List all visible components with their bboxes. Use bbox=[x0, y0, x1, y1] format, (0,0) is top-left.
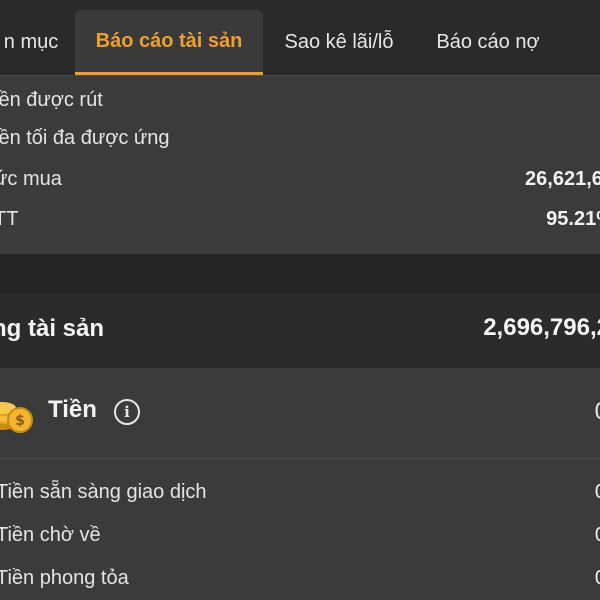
coins-icon: $ bbox=[0, 402, 33, 433]
row-value: 0 bbox=[595, 524, 600, 547]
cash-section-title: Tiền bbox=[48, 396, 97, 423]
row-value: 0 bbox=[595, 567, 600, 590]
tab-sao-ke-lai-lo[interactable]: Sao kê lãi/lỗ bbox=[268, 10, 410, 75]
row-label: Tiền phong tỏa bbox=[0, 566, 129, 589]
tab-danh-muc[interactable]: n mục bbox=[0, 10, 74, 75]
row-label: iền được rút bbox=[0, 88, 103, 111]
total-assets-value: 2,696,796,2 bbox=[483, 314, 600, 341]
tab-bar: n mục Báo cáo tài sản Sao kê lãi/lỗ Báo … bbox=[0, 0, 600, 76]
total-assets-label: ng tài sản bbox=[0, 315, 105, 342]
total-assets-row: ng tài sản 2,696,796,2 bbox=[0, 294, 600, 368]
info-row-withdrawable: iền được rút bbox=[0, 84, 600, 116]
cash-section-value: 0 bbox=[595, 398, 600, 426]
info-row-max-advance: iền tối đa được ứng bbox=[0, 122, 600, 154]
row-label: ức mua bbox=[0, 167, 62, 190]
cash-row-pending: Tiền chờ về 0 bbox=[0, 519, 600, 551]
tab-bao-cao-tai-san[interactable]: Báo cáo tài sản bbox=[75, 10, 263, 75]
cash-row-available: Tiền sẵn sàng giao dịch 0 bbox=[0, 476, 600, 508]
row-label: Tiền sẵn sàng giao dịch bbox=[0, 480, 207, 503]
row-label: TT bbox=[0, 207, 19, 230]
info-icon[interactable]: i bbox=[114, 399, 140, 425]
tab-bao-cao-no[interactable]: Báo cáo nợ bbox=[420, 10, 556, 75]
row-value: 0 bbox=[595, 481, 600, 504]
svg-text:$: $ bbox=[15, 413, 25, 429]
section-divider bbox=[0, 254, 600, 294]
row-label: iền tối đa được ứng bbox=[0, 126, 170, 149]
row-label: Tiền chờ về bbox=[0, 523, 101, 546]
info-row-purchasing-power: ức mua 26,621,65 bbox=[0, 163, 600, 195]
info-row-ratio: TT 95.21% bbox=[0, 203, 600, 235]
cash-row-blocked: Tiền phong tỏa 0 bbox=[0, 562, 600, 594]
row-value: 26,621,65 bbox=[525, 167, 600, 190]
row-value: 95.21% bbox=[546, 207, 600, 230]
cash-section-header[interactable]: $ Tiền i 0 bbox=[0, 368, 600, 459]
